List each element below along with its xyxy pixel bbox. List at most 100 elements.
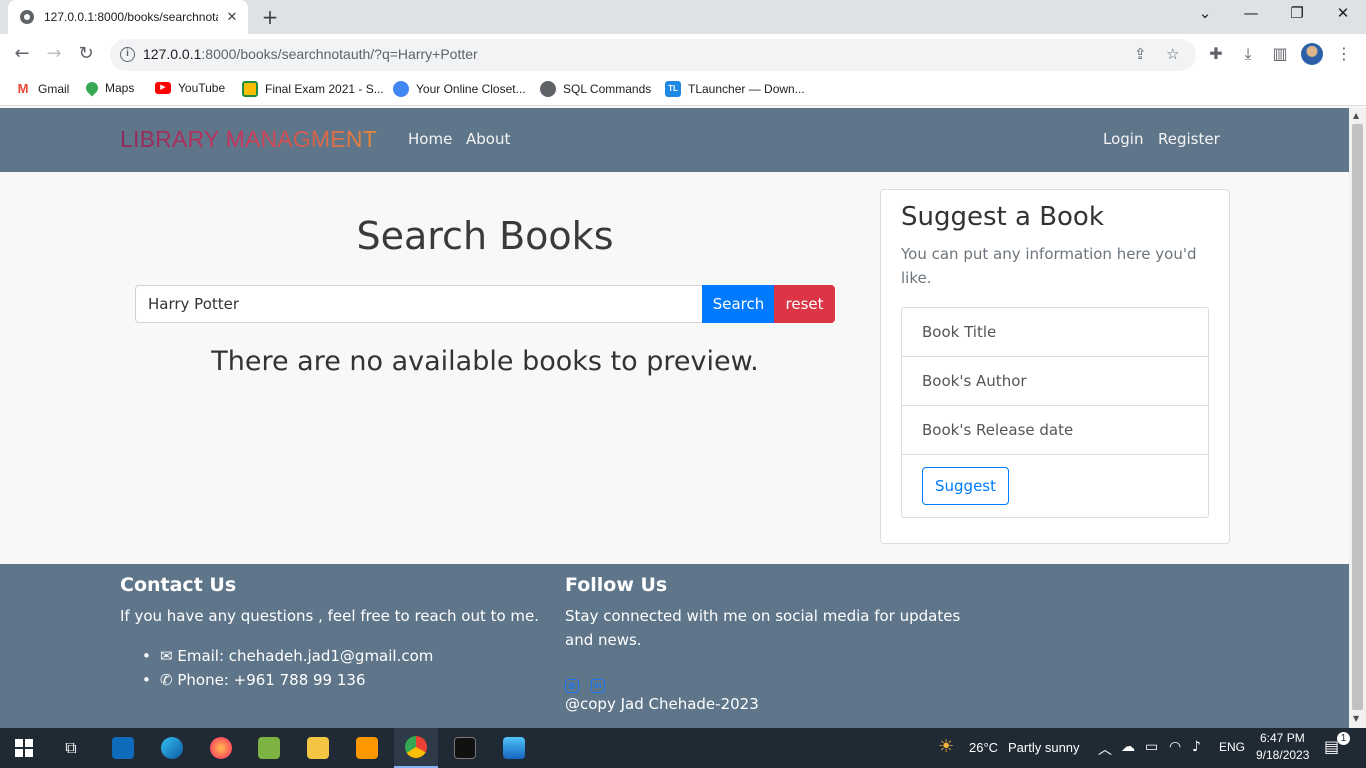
browser-toolbar: ← → ↻ i 127.0.0.1:8000/books/searchnotau… xyxy=(0,34,1366,76)
volume-icon[interactable]: ♪ xyxy=(1192,739,1201,755)
site-footer: Contact Us If you have any questions , f… xyxy=(0,564,1349,728)
taskbar-mail[interactable] xyxy=(101,728,145,768)
address-bar[interactable]: i 127.0.0.1:8000/books/searchnotauth/?q=… xyxy=(110,39,1196,71)
scroll-thumb[interactable] xyxy=(1352,124,1363,710)
linkedin-icon[interactable]: in xyxy=(591,679,605,693)
new-tab-button[interactable]: + xyxy=(258,5,282,29)
suggest-description: You can put any information here you'd l… xyxy=(901,245,1197,287)
taskbar-edge[interactable] xyxy=(150,728,194,768)
bookmark-label: Your Online Closet... xyxy=(416,82,526,96)
bookmark-final-exam[interactable]: Final Exam 2021 - S... xyxy=(242,81,384,97)
bookmark-youtube[interactable]: ▶ YouTube xyxy=(155,81,225,95)
bookmark-maps[interactable]: Maps xyxy=(83,79,134,97)
battery-icon[interactable]: ▭ xyxy=(1145,739,1158,755)
suggest-button-row: Suggest xyxy=(902,455,1208,517)
site-navbar: LIBRARY MANAGMENT Home About Login Regis… xyxy=(0,108,1349,172)
maps-icon xyxy=(83,79,101,97)
back-icon[interactable]: ← xyxy=(10,43,34,64)
suggest-form: Book Title Book's Author Book's Release … xyxy=(901,307,1209,518)
task-view-icon: ⧉ xyxy=(65,738,77,757)
folder-icon xyxy=(307,737,329,759)
windows-taskbar: ⧉ ☀ 26°C Partly sunny ︿ ☁ ▭ ◠ ♪ ENG 6:47… xyxy=(0,728,1366,768)
search-input[interactable] xyxy=(135,285,703,323)
taskbar-file-explorer[interactable] xyxy=(296,728,340,768)
book-title-field[interactable]: Book Title xyxy=(902,308,1208,357)
scroll-up-icon[interactable]: ▲ xyxy=(1353,111,1359,120)
globe-icon xyxy=(540,81,556,97)
terminal-icon xyxy=(454,737,476,759)
taskbar-sublime[interactable] xyxy=(345,728,389,768)
bookmark-sql-commands[interactable]: SQL Commands xyxy=(540,81,651,97)
url-text[interactable]: 127.0.0.1:8000/books/searchnotauth/?q=Ha… xyxy=(143,46,478,62)
weather-text[interactable]: Partly sunny xyxy=(1008,740,1080,755)
extensions-icon[interactable]: ✚ xyxy=(1206,44,1226,63)
taskbar-chrome[interactable] xyxy=(394,728,438,768)
reload-icon[interactable]: ↻ xyxy=(74,43,98,64)
start-button[interactable] xyxy=(2,728,46,768)
site-info-icon[interactable]: i xyxy=(120,47,135,62)
youtube-icon: ▶ xyxy=(155,82,171,94)
page-scrollbar[interactable]: ▲ ▼ xyxy=(1349,108,1366,728)
forward-icon[interactable]: → xyxy=(42,43,66,64)
envelope-icon: ✉ xyxy=(160,647,173,665)
contact-list: ✉ Email: chehadeh.jad1@gmail.com ✆ Phone… xyxy=(142,644,434,692)
tab-search-icon[interactable]: ⌄ xyxy=(1193,4,1217,22)
chrome-icon xyxy=(405,736,427,758)
taskbar-photos[interactable] xyxy=(492,728,536,768)
wifi-icon[interactable]: ◠ xyxy=(1169,739,1181,755)
brand-logo[interactable]: LIBRARY MANAGMENT xyxy=(120,126,377,153)
taskbar-firefox[interactable] xyxy=(199,728,243,768)
tab-title: 127.0.0.1:8000/books/searchnotauth/?q=Ha… xyxy=(44,10,218,24)
nav-home-link[interactable]: Home xyxy=(408,130,452,148)
contact-phone: ✆ Phone: +961 788 99 136 xyxy=(142,668,433,692)
clock-date[interactable]: 9/18/2023 xyxy=(1256,748,1309,762)
taskbar-notepad[interactable] xyxy=(247,728,291,768)
contact-email: ✉ Email: chehadeh.jad1@gmail.com xyxy=(142,644,434,668)
bookmark-label: TLauncher — Down... xyxy=(688,82,805,96)
email-text: Email: chehadeh.jad1@gmail.com xyxy=(177,647,434,665)
nav-register-link[interactable]: Register xyxy=(1158,130,1220,148)
browser-tab[interactable]: 127.0.0.1:8000/books/searchnotauth/?q=Ha… xyxy=(8,0,248,34)
profile-avatar[interactable] xyxy=(1301,43,1323,65)
restore-icon[interactable]: ❐ xyxy=(1285,4,1309,22)
book-release-date-field[interactable]: Book's Release date xyxy=(902,406,1208,455)
gmail-icon: M xyxy=(15,81,31,97)
bookmark-label: SQL Commands xyxy=(563,82,652,96)
photos-icon xyxy=(503,737,525,759)
classroom-icon xyxy=(242,81,258,97)
nav-login-link[interactable]: Login xyxy=(1103,130,1143,148)
minimize-icon[interactable]: — xyxy=(1239,4,1263,22)
bookmark-star-icon[interactable]: ☆ xyxy=(1166,45,1179,63)
weather-temp[interactable]: 26°C xyxy=(969,740,998,755)
nav-about-link[interactable]: About xyxy=(466,130,510,148)
side-panel-icon[interactable]: ▥ xyxy=(1270,44,1290,63)
bookmark-online-closet[interactable]: Your Online Closet... xyxy=(393,81,526,97)
share-icon[interactable]: ⇪ xyxy=(1134,45,1147,63)
search-button[interactable]: Search xyxy=(702,285,775,323)
chevron-up-icon[interactable]: ︿ xyxy=(1098,739,1112,759)
scroll-down-icon[interactable]: ▼ xyxy=(1353,714,1359,723)
weather-icon[interactable]: ☀ xyxy=(938,736,954,757)
instagram-icon[interactable]: ◎ xyxy=(565,679,579,693)
page-viewport: LIBRARY MANAGMENT Home About Login Regis… xyxy=(0,108,1349,728)
bookmark-gmail[interactable]: M Gmail xyxy=(15,81,69,97)
tlauncher-icon: TL xyxy=(665,81,681,97)
suggest-button[interactable]: Suggest xyxy=(922,467,1009,505)
clock-time[interactable]: 6:47 PM xyxy=(1260,731,1305,745)
book-author-field[interactable]: Book's Author xyxy=(902,357,1208,406)
task-view-button[interactable]: ⧉ xyxy=(49,728,93,768)
menu-icon[interactable]: ⋮ xyxy=(1334,44,1354,63)
sublime-icon xyxy=(356,737,378,759)
edge-icon xyxy=(161,737,183,759)
language-indicator[interactable]: ENG xyxy=(1219,740,1245,754)
onedrive-icon[interactable]: ☁ xyxy=(1121,739,1135,755)
download-icon[interactable]: ⤓ xyxy=(1238,44,1258,64)
close-window-icon[interactable]: ✕ xyxy=(1331,4,1355,22)
page-title: Search Books xyxy=(356,214,614,258)
copyright: @copy Jad Chehade-2023 xyxy=(565,695,759,713)
close-tab-icon[interactable]: ✕ xyxy=(224,10,240,25)
bookmark-tlauncher[interactable]: TL TLauncher — Down... xyxy=(665,81,805,97)
follow-title: Follow Us xyxy=(565,574,668,596)
reset-button[interactable]: reset xyxy=(774,285,835,323)
taskbar-terminal[interactable] xyxy=(443,728,487,768)
